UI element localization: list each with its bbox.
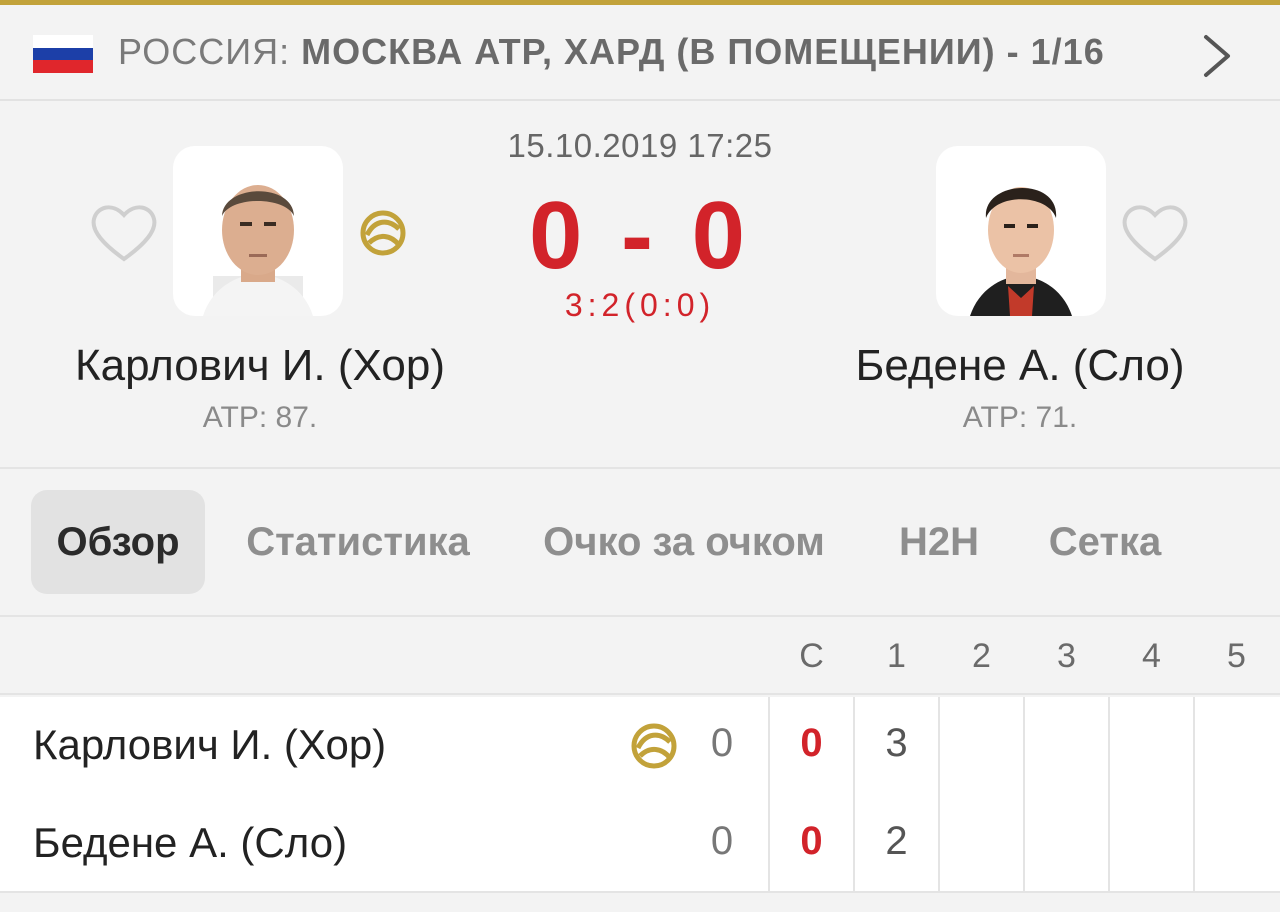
scoreboard-table: Карлович И. (Хор) 0 0 3 Бедене А. (Сло) … [0, 697, 1280, 893]
column-set-2: 2 [972, 637, 991, 675]
row-set-1: 2 [885, 819, 908, 863]
tournament-title: РОССИЯ: МОСКВА ATP, ХАРД (В ПОМЕЩЕНИИ) -… [118, 31, 1105, 73]
away-player-photo[interactable] [936, 146, 1106, 316]
player-portrait-icon [970, 187, 1072, 316]
row-sets-won: 0 [800, 819, 823, 863]
row-game-points: 0 [710, 721, 734, 765]
tab-statistics[interactable]: Статистика [232, 490, 484, 594]
tab-point-by-point[interactable]: Очко за очком [522, 490, 846, 594]
chevron-right-icon[interactable] [1196, 31, 1236, 81]
row-set-1: 3 [885, 721, 908, 765]
column-set-4: 4 [1142, 637, 1161, 675]
home-player-rank: ATP: 87. [202, 401, 318, 434]
tournament-name: МОСКВА ATP, ХАРД (В ПОМЕЩЕНИИ) - 1/16 [301, 31, 1105, 72]
column-set-1: 1 [887, 637, 906, 675]
column-divider [1193, 697, 1195, 893]
bottom-spacer [0, 893, 1280, 912]
tab-draw[interactable]: Сетка [1030, 490, 1180, 594]
column-divider [1023, 697, 1025, 893]
russia-flag-icon [33, 35, 93, 73]
tournament-header[interactable]: РОССИЯ: МОСКВА ATP, ХАРД (В ПОМЕЩЕНИИ) -… [0, 5, 1280, 101]
serving-ball-icon [631, 723, 677, 769]
tab-h2h[interactable]: H2H [880, 490, 998, 594]
row-game-points: 0 [710, 819, 734, 863]
row-sets-won: 0 [800, 721, 823, 765]
column-set-3: 3 [1057, 637, 1076, 675]
away-player-rank: ATP: 71. [962, 401, 1078, 434]
column-set-5: 5 [1227, 637, 1246, 675]
match-header: 15.10.2019 17:25 0 - 0 3:2(0:0) Карлович… [0, 103, 1280, 469]
scoreboard-header: С 1 2 3 4 5 [0, 619, 1280, 695]
country-label: РОССИЯ: [118, 31, 291, 72]
column-sets: С [799, 637, 824, 675]
column-divider [1108, 697, 1110, 893]
home-player-name[interactable]: Карлович И. (Хор) [0, 341, 520, 391]
match-tabs: Обзор Статистика Очко за очком H2H Сетка [0, 471, 1280, 617]
row-player-name: Бедене А. (Сло) [33, 819, 348, 866]
row-player-name: Карлович И. (Хор) [33, 721, 387, 768]
away-player-name[interactable]: Бедене А. (Сло) [760, 341, 1280, 391]
favorite-heart-icon[interactable] [1121, 201, 1189, 263]
tab-overview[interactable]: Обзор [31, 490, 205, 594]
